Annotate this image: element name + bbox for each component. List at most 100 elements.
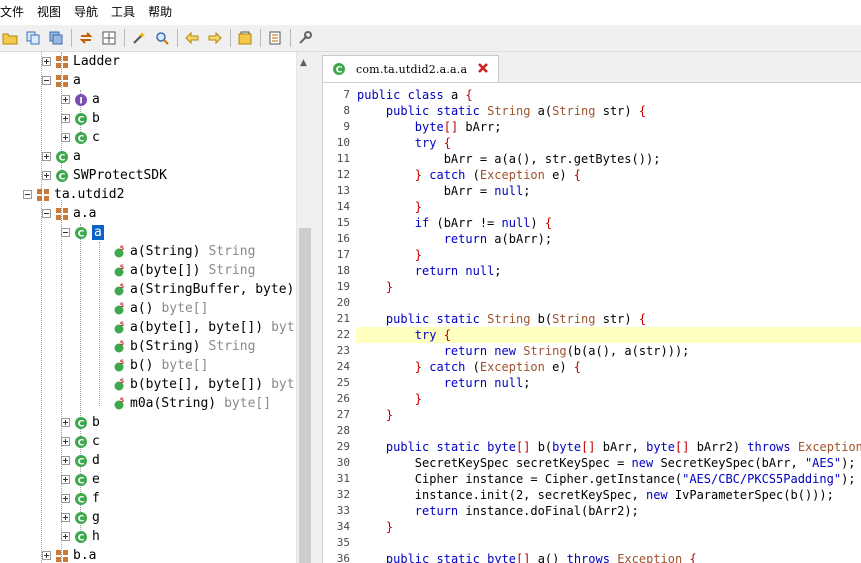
expand-toggle-icon[interactable] bbox=[61, 513, 70, 522]
code-line[interactable]: return new String(b(a(), a(str))); bbox=[357, 343, 690, 359]
expand-icon[interactable] bbox=[99, 28, 119, 48]
code-line[interactable]: if (bArr != null) { bbox=[357, 215, 552, 231]
sync-icon[interactable] bbox=[76, 28, 96, 48]
code-editor[interactable]: 7 public class a {8 public static String … bbox=[322, 82, 861, 563]
menu-navigation[interactable]: 导航 bbox=[74, 0, 104, 25]
code-line[interactable]: public static String b(String str) { bbox=[357, 311, 646, 327]
code-line[interactable]: public static byte[] a() throws Exceptio… bbox=[357, 551, 697, 563]
expand-toggle-icon[interactable] bbox=[42, 171, 51, 180]
code-line[interactable]: } bbox=[357, 391, 422, 407]
tree-node[interactable]: Cf bbox=[61, 489, 100, 508]
code-line[interactable]: } bbox=[357, 407, 393, 423]
tree-node[interactable]: Ca bbox=[42, 147, 81, 166]
tree-node[interactable]: Sa(StringBuffer, byte) bbox=[112, 280, 294, 299]
tree-node[interactable]: Sa(String) String bbox=[112, 242, 255, 261]
line-number: 11 bbox=[336, 152, 350, 165]
line-number: 22 bbox=[336, 328, 350, 341]
expand-toggle-icon[interactable] bbox=[61, 133, 70, 142]
editor-tab[interactable]: C com.ta.utdid2.a.a.a bbox=[322, 55, 499, 82]
expand-toggle-icon[interactable] bbox=[61, 95, 70, 104]
expand-toggle-icon[interactable] bbox=[61, 114, 70, 123]
code-line[interactable]: return instance.doFinal(bArr2); bbox=[357, 503, 639, 519]
tree-node[interactable]: Cd bbox=[61, 451, 100, 470]
menu-file[interactable]: 文件 bbox=[0, 0, 30, 25]
search-icon[interactable] bbox=[152, 28, 172, 48]
code-line[interactable]: bArr = a(a(), str.getBytes()); bbox=[357, 151, 661, 167]
tree-scrollbar[interactable]: ▲ bbox=[296, 52, 313, 563]
tree-node[interactable]: Ladder bbox=[42, 52, 120, 71]
menu-view[interactable]: 视图 bbox=[37, 0, 67, 25]
code-line[interactable]: try { bbox=[357, 327, 451, 343]
tree-node[interactable]: Cb bbox=[61, 413, 100, 432]
code-line[interactable]: return null; bbox=[357, 263, 502, 279]
code-line[interactable]: byte[] bArr; bbox=[357, 119, 502, 135]
tree-node[interactable]: Sb(String) String bbox=[112, 337, 255, 356]
tree-node[interactable]: Sa() byte[] bbox=[112, 299, 208, 318]
code-line[interactable]: SecretKeySpec secretKeySpec = new Secret… bbox=[357, 455, 856, 471]
tree-node[interactable]: Ch bbox=[61, 527, 100, 546]
collapse-toggle-icon[interactable] bbox=[61, 228, 70, 237]
expand-toggle-icon[interactable] bbox=[61, 475, 70, 484]
tree-node[interactable]: Sb() byte[] bbox=[112, 356, 208, 375]
deobfuscate-icon[interactable] bbox=[235, 28, 255, 48]
forward-icon[interactable] bbox=[205, 28, 225, 48]
tree-node[interactable]: b.a bbox=[42, 546, 96, 563]
tree-node[interactable]: Cc bbox=[61, 128, 100, 147]
code-line[interactable]: } bbox=[357, 519, 393, 535]
line-number: 33 bbox=[336, 504, 350, 517]
code-line[interactable]: public static byte[] b(byte[] bArr, byte… bbox=[357, 439, 861, 455]
tree-node[interactable]: Sm0a(String) byte[] bbox=[112, 394, 271, 413]
menu-help[interactable]: 帮助 bbox=[148, 0, 178, 25]
copy-icon[interactable] bbox=[23, 28, 43, 48]
back-icon[interactable] bbox=[182, 28, 202, 48]
open-folder-icon[interactable] bbox=[0, 28, 20, 48]
tree-node[interactable]: Cc bbox=[61, 432, 100, 451]
tree-node[interactable]: C SWProtectSDK bbox=[42, 166, 167, 185]
preferences-icon[interactable] bbox=[295, 28, 315, 48]
close-icon[interactable] bbox=[476, 61, 490, 75]
tree-node[interactable]: Cb bbox=[61, 109, 100, 128]
collapse-toggle-icon[interactable] bbox=[42, 209, 51, 218]
tree-node[interactable]: ta.utdid2 bbox=[23, 185, 124, 204]
expand-toggle-icon[interactable] bbox=[42, 152, 51, 161]
code-line[interactable]: instance.init(2, secretKeySpec, new IvPa… bbox=[357, 487, 834, 503]
code-line[interactable]: bArr = null; bbox=[357, 183, 531, 199]
code-line[interactable]: Cipher instance = Cipher.getInstance("AE… bbox=[357, 471, 856, 487]
code-line[interactable]: return a(bArr); bbox=[357, 231, 552, 247]
tree-node[interactable]: Ca bbox=[61, 223, 104, 242]
expand-toggle-icon[interactable] bbox=[42, 551, 51, 560]
expand-toggle-icon[interactable] bbox=[61, 532, 70, 541]
save-all-icon[interactable] bbox=[46, 28, 66, 48]
project-tree[interactable]: Ladder a Ia Cb Cc Ca C SWProtectSDK ta.utdid2 a.a… bbox=[0, 52, 313, 563]
panel-splitter[interactable] bbox=[313, 52, 319, 563]
tree-node[interactable]: Sa(byte[], byte[]) byt bbox=[112, 318, 295, 337]
collapse-toggle-icon[interactable] bbox=[42, 76, 51, 85]
expand-toggle-icon[interactable] bbox=[61, 494, 70, 503]
tree-node[interactable]: Sb(byte[], byte[]) byt bbox=[112, 375, 295, 394]
expand-toggle-icon[interactable] bbox=[42, 57, 51, 66]
collapse-toggle-icon[interactable] bbox=[23, 190, 32, 199]
code-line[interactable]: } catch (Exception e) { bbox=[357, 167, 581, 183]
tree-node[interactable]: Ce bbox=[61, 470, 100, 489]
tree-node[interactable]: a.a bbox=[42, 204, 96, 223]
scrollbar-thumb[interactable] bbox=[299, 228, 311, 563]
expand-toggle-icon[interactable] bbox=[61, 437, 70, 446]
code-line[interactable]: } catch (Exception e) { bbox=[357, 359, 581, 375]
scroll-up-arrow-icon[interactable]: ▲ bbox=[300, 58, 307, 68]
code-line[interactable]: } bbox=[357, 279, 393, 295]
code-line[interactable]: public static String a(String str) { bbox=[357, 103, 646, 119]
wand-icon[interactable] bbox=[129, 28, 149, 48]
tree-node[interactable]: a bbox=[42, 71, 81, 90]
code-line[interactable]: } bbox=[357, 199, 422, 215]
expand-toggle-icon[interactable] bbox=[61, 418, 70, 427]
menu-tools[interactable]: 工具 bbox=[111, 0, 141, 25]
expand-toggle-icon[interactable] bbox=[61, 456, 70, 465]
tree-node[interactable]: Sa(byte[]) String bbox=[112, 261, 255, 280]
tree-node[interactable]: Cg bbox=[61, 508, 100, 527]
code-line[interactable]: } bbox=[357, 247, 422, 263]
tree-node[interactable]: Ia bbox=[61, 90, 100, 109]
code-line[interactable]: return null; bbox=[357, 375, 531, 391]
log-icon[interactable] bbox=[265, 28, 285, 48]
code-line[interactable]: public class a { bbox=[357, 87, 473, 103]
code-line[interactable]: try { bbox=[357, 135, 451, 151]
